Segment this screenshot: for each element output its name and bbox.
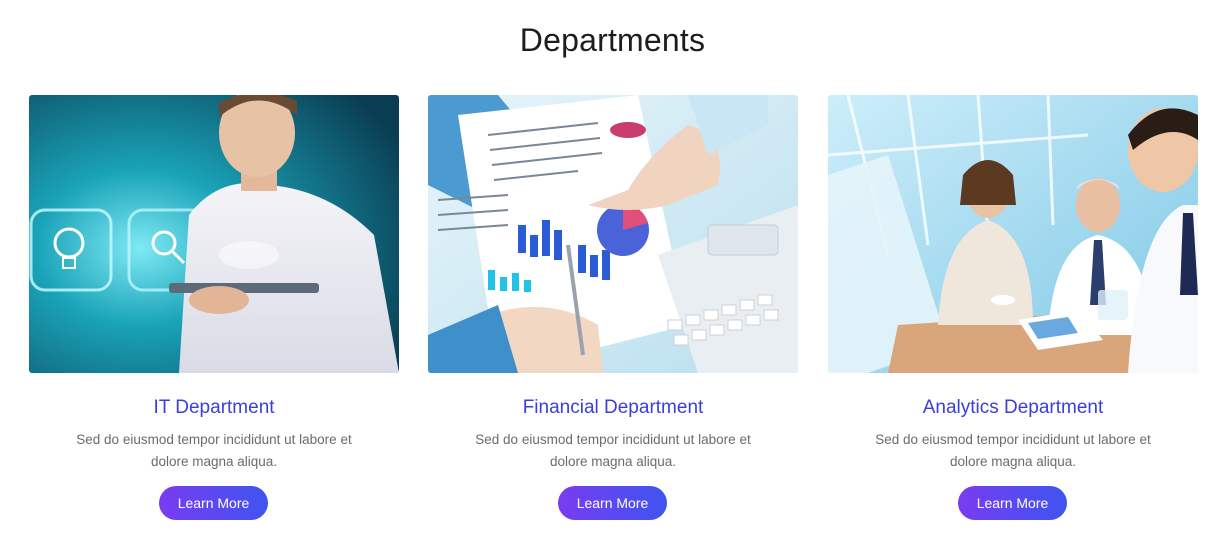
- department-card-it: IT Department Sed do eiusmod tempor inci…: [29, 95, 399, 535]
- learn-more-button[interactable]: Learn More: [558, 486, 667, 520]
- departments-section: Departments IT Department Sed do eiusmod…: [0, 0, 1225, 560]
- card-title: Financial Department: [522, 397, 704, 418]
- section-title: Departments: [519, 22, 706, 58]
- department-card-analytics: Analytics Department Sed do eiusmod temp…: [828, 95, 1198, 535]
- learn-more-button[interactable]: Learn More: [958, 486, 1067, 520]
- card-title: Analytics Department: [922, 397, 1104, 418]
- department-card-financial: Financial Department Sed do eiusmod temp…: [428, 95, 798, 535]
- learn-more-button[interactable]: Learn More: [159, 486, 268, 520]
- financial-department-image: [428, 95, 798, 373]
- card-description: Sed do eiusmod tempor incididunt ut labo…: [875, 432, 1151, 469]
- card-title: IT Department: [153, 397, 275, 418]
- card-description: Sed do eiusmod tempor incididunt ut labo…: [475, 432, 751, 469]
- analytics-department-image: [828, 95, 1198, 373]
- card-description: Sed do eiusmod tempor incididunt ut labo…: [76, 432, 352, 469]
- it-department-image: [29, 95, 399, 373]
